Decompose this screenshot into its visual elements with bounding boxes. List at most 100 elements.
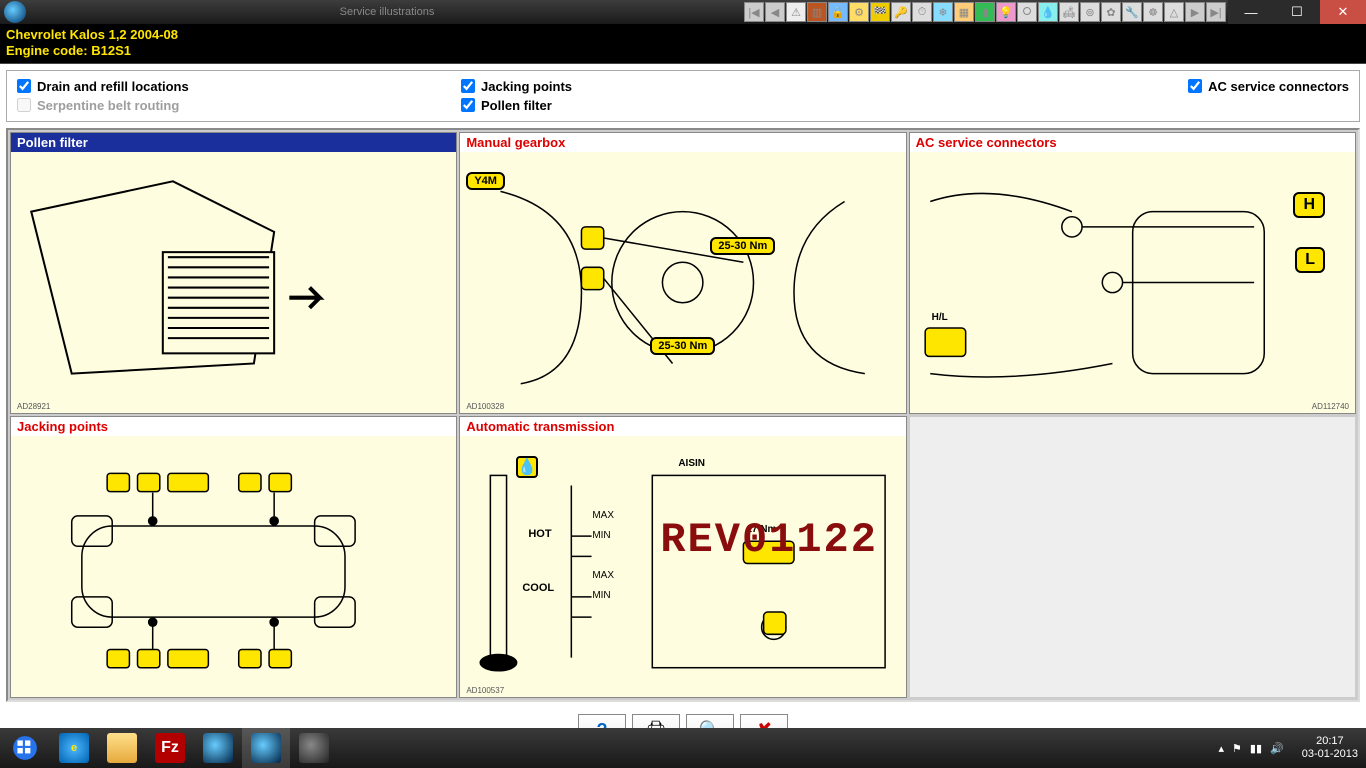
taskbar-explorer-icon[interactable]: [98, 728, 146, 768]
toolbar-first-icon[interactable]: |◀: [744, 2, 764, 22]
watermark-text: REV01122: [660, 516, 878, 564]
toolbar-spray-icon[interactable]: ✿: [1101, 2, 1121, 22]
checkbox-serpentine-input: [17, 98, 31, 112]
gearbox-illustration: [460, 152, 905, 413]
checkbox-pollen-input[interactable]: [461, 98, 475, 112]
toolbar-prev-icon[interactable]: ◀: [765, 2, 785, 22]
toolbar-last-icon[interactable]: ▶|: [1206, 2, 1226, 22]
ac-illustration: [910, 152, 1355, 413]
taskbar-ie-icon[interactable]: e: [50, 728, 98, 768]
app-body: Drain and refill locations Serpentine be…: [0, 64, 1366, 768]
auto-label-min2: MIN: [592, 590, 610, 601]
illustration-grid: Pollen filter AD28921 Manual gearbox: [6, 128, 1360, 702]
gearbox-torque-2: 25-30 Nm: [650, 337, 715, 355]
toolbar-warning-icon[interactable]: ⚠: [786, 2, 806, 22]
checkbox-pollen[interactable]: Pollen filter: [461, 98, 905, 113]
panel-auto-transmission[interactable]: Automatic transmission 💧 HOT COOL MAX MI…: [459, 416, 906, 698]
panel-gearbox-ref: AD100328: [466, 402, 504, 411]
taskbar-app3-icon[interactable]: [290, 728, 338, 768]
window-buttons: — ☐ ✕: [1228, 0, 1366, 24]
app-logo-icon: [4, 1, 26, 23]
toolbar-fluid-icon[interactable]: 💧: [1038, 2, 1058, 22]
toolbar-bulb-icon[interactable]: 💡: [996, 2, 1016, 22]
panel-jacking-title: Jacking points: [11, 417, 456, 436]
tray-volume-icon[interactable]: 🔊: [1270, 742, 1284, 755]
ac-tag-h: H: [1293, 192, 1325, 218]
panel-empty: [909, 416, 1356, 698]
toolbar-gear-icon[interactable]: ⚙: [849, 2, 869, 22]
taskbar-app2-icon[interactable]: [242, 728, 290, 768]
tray-flag-icon[interactable]: ⚑: [1232, 742, 1242, 755]
jacking-illustration: [11, 436, 456, 697]
taskbar-time: 20:17: [1302, 735, 1358, 748]
vehicle-line2: Engine code: B12S1: [6, 43, 1360, 59]
start-button[interactable]: [0, 728, 50, 768]
ac-tag-hl: H/L: [932, 312, 948, 323]
panel-pollen-filter[interactable]: Pollen filter AD28921: [10, 132, 457, 414]
toolbar-seat-icon[interactable]: 🛋: [1059, 2, 1079, 22]
panel-pollen-title: Pollen filter: [11, 133, 456, 152]
checkbox-drain-input[interactable]: [17, 79, 31, 93]
checkbox-jacking-input[interactable]: [461, 79, 475, 93]
window-title: Service illustrations: [30, 6, 744, 18]
checkbox-pollen-label: Pollen filter: [481, 98, 552, 113]
toolbar-steering-icon[interactable]: ☸: [1143, 2, 1163, 22]
panel-ac-ref: AD112740: [1312, 402, 1349, 411]
vehicle-line1: Chevrolet Kalos 1,2 2004-08: [6, 27, 1360, 43]
checkbox-ac-input[interactable]: [1188, 79, 1202, 93]
minimize-button[interactable]: —: [1228, 0, 1274, 24]
panel-pollen-ref: AD28921: [17, 402, 50, 411]
ac-tag-l: L: [1295, 247, 1325, 273]
checkbox-serpentine-label: Serpentine belt routing: [37, 98, 179, 113]
taskbar-date: 03-01-2013: [1302, 748, 1358, 761]
taskbar-clock[interactable]: 20:17 03-01-2013: [1294, 735, 1366, 761]
checkbox-serpentine: Serpentine belt routing: [17, 98, 461, 113]
panel-auto-title: Automatic transmission: [460, 417, 905, 436]
taskbar-filezilla-icon[interactable]: Fz: [146, 728, 194, 768]
app-titlebar: Service illustrations |◀ ◀ ⚠ ▥ 🔒 ⚙ 🏁 🔑 ⏱…: [0, 0, 1366, 24]
toolbar-triangle-icon[interactable]: △: [1164, 2, 1184, 22]
panel-ac-title: AC service connectors: [910, 133, 1355, 152]
illustration-filter-bar: Drain and refill locations Serpentine be…: [6, 70, 1360, 122]
checkbox-jacking[interactable]: Jacking points: [461, 79, 905, 94]
toolbar-clock-icon[interactable]: ⏱: [912, 2, 932, 22]
checkbox-drain[interactable]: Drain and refill locations: [17, 79, 461, 94]
auto-label-max1: MAX: [592, 510, 614, 521]
toolbar-abs-icon[interactable]: ▦: [954, 2, 974, 22]
vehicle-info-bar: Chevrolet Kalos 1,2 2004-08 Engine code:…: [0, 24, 1366, 64]
auto-oil-icon: 💧: [516, 456, 538, 478]
checkbox-jacking-label: Jacking points: [481, 79, 572, 94]
auto-label-max2: MAX: [592, 570, 614, 581]
toolbar-battery-icon[interactable]: ▮: [975, 2, 995, 22]
checkbox-ac-label: AC service connectors: [1208, 79, 1349, 94]
tray-network-icon[interactable]: ▮▮: [1250, 742, 1262, 755]
checkbox-ac[interactable]: AC service connectors: [1188, 79, 1349, 94]
panel-manual-gearbox[interactable]: Manual gearbox Y4M 25-30 Nm 25-30 Nm AD1…: [459, 132, 906, 414]
toolbar-tpms-icon[interactable]: ⊚: [1080, 2, 1100, 22]
maximize-button[interactable]: ☐: [1274, 0, 1320, 24]
panel-ac-connectors[interactable]: AC service connectors H L H/L AD112740: [909, 132, 1356, 414]
toolbar-engine-icon[interactable]: 🏁: [870, 2, 890, 22]
windows-taskbar: e Fz ▴ ⚑ ▮▮ 🔊 20:17 03-01-2013: [0, 728, 1366, 768]
checkbox-drain-label: Drain and refill locations: [37, 79, 189, 94]
pollen-illustration: [11, 152, 456, 413]
auto-label-hot: HOT: [528, 528, 551, 540]
panel-auto-ref: AD100537: [466, 686, 504, 695]
toolbar-wrench-icon[interactable]: 🔧: [1122, 2, 1142, 22]
gearbox-tag-y4m: Y4M: [466, 172, 505, 190]
system-tray[interactable]: ▴ ⚑ ▮▮ 🔊: [1209, 742, 1294, 755]
toolbar-tyre-icon[interactable]: ⭘: [1017, 2, 1037, 22]
taskbar-app1-icon[interactable]: [194, 728, 242, 768]
gearbox-torque-1: 25-30 Nm: [710, 237, 775, 255]
panel-jacking-points[interactable]: Jacking points: [10, 416, 457, 698]
auto-label-min1: MIN: [592, 530, 610, 541]
close-button[interactable]: ✕: [1320, 0, 1366, 24]
toolbar-book-icon[interactable]: ▥: [807, 2, 827, 22]
toolbar-fan-icon[interactable]: ❄: [933, 2, 953, 22]
toolbar-icon-strip: |◀ ◀ ⚠ ▥ 🔒 ⚙ 🏁 🔑 ⏱ ❄ ▦ ▮ 💡 ⭘ 💧 🛋 ⊚ ✿ 🔧 ☸…: [744, 2, 1228, 22]
panel-gearbox-title: Manual gearbox: [460, 133, 905, 152]
tray-chevron-icon[interactable]: ▴: [1219, 742, 1225, 755]
toolbar-lock-icon[interactable]: 🔒: [828, 2, 848, 22]
toolbar-key-icon[interactable]: 🔑: [891, 2, 911, 22]
toolbar-next-icon[interactable]: ▶: [1185, 2, 1205, 22]
